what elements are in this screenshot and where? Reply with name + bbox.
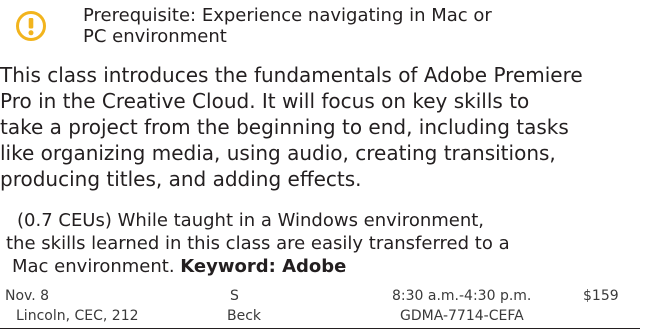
session-date: Nov. 8	[5, 288, 50, 304]
schedule-row: Lincoln, CEC, 212 Beck GDMA-7714-CEFA	[0, 306, 640, 326]
ceu-line-last: Mac environment. Keyword: Adobe	[0, 255, 640, 278]
schedule-row: Nov. 8 S 8:30 a.m.-4:30 p.m. $159	[0, 286, 640, 306]
session-location: Lincoln, CEC, 212	[16, 308, 139, 324]
course-code: GDMA-7714-CEFA	[400, 308, 524, 324]
ceu-line: (0.7 CEUs) While taught in a Windows env…	[17, 210, 485, 231]
ceu-line: the skills learned in this class are eas…	[6, 233, 510, 254]
description-line: producing titles, and adding effects.	[0, 167, 362, 191]
instructor-name: Beck	[227, 308, 262, 324]
exclamation-circle-icon	[16, 11, 46, 41]
schedule-table: Nov. 8 S 8:30 a.m.-4:30 p.m. $159 Lincol…	[0, 286, 651, 331]
description-line: take a project from the beginning to end…	[0, 115, 569, 139]
description-line: Pro in the Creative Cloud. It will focus…	[0, 89, 530, 113]
ceu-line-text: Mac environment.	[12, 256, 175, 277]
prerequisite-block: Prerequisite: Experience navigating in M…	[0, 0, 651, 56]
prerequisite-line: Prerequisite: Experience navigating in M…	[83, 5, 492, 26]
course-description: This class introduces the fundamentals o…	[0, 62, 651, 192]
description-line: This class introduces the fundamentals o…	[0, 63, 583, 87]
keyword-label: Keyword: Adobe	[180, 256, 347, 277]
ceu-note: (0.7 CEUs) While taught in a Windows env…	[0, 209, 640, 278]
session-day: S	[230, 288, 239, 304]
prerequisite-text: Prerequisite: Experience navigating in M…	[83, 5, 563, 47]
description-line: like organizing media, using audio, crea…	[0, 141, 556, 165]
course-price: $159	[583, 288, 619, 304]
session-time: 8:30 a.m.-4:30 p.m.	[392, 288, 532, 304]
prerequisite-line: PC environment	[83, 26, 227, 47]
divider-rule	[0, 328, 640, 329]
